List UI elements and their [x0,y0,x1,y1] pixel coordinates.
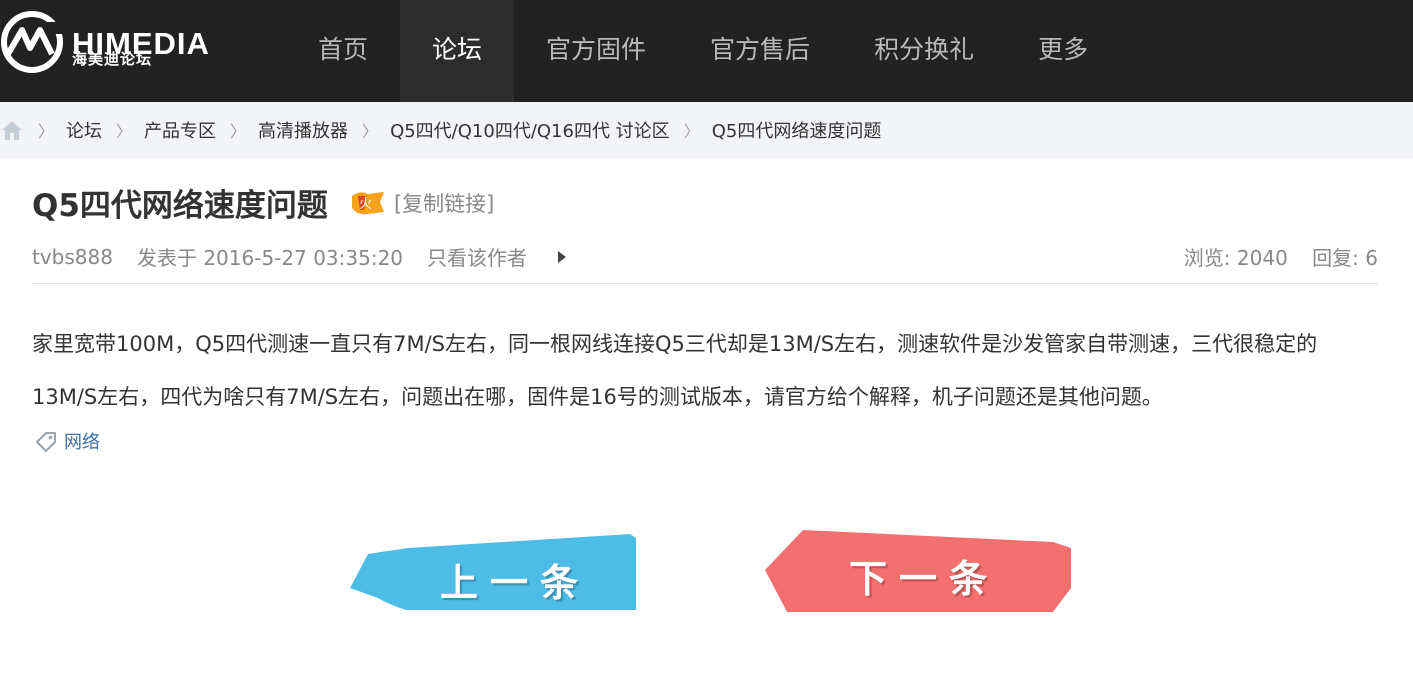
breadcrumb-item-players[interactable]: 高清播放器 [258,117,348,143]
tag-icon [36,432,56,452]
breadcrumb-separator: 〉 [362,122,379,141]
breadcrumb-separator: 〉 [38,122,55,141]
breadcrumb-item-current[interactable]: Q5四代网络速度问题 [712,117,882,143]
post-body: 家里宽带100M，Q5四代测速一直只有7M/S左右，同一根网线连接Q5三代却是1… [32,332,1318,409]
home-icon[interactable] [0,119,24,141]
nav-item-more[interactable]: 更多 [1006,0,1120,102]
breadcrumb-item-forum[interactable]: 论坛 [66,117,102,143]
breadcrumb-item-products[interactable]: 产品专区 [144,117,216,143]
breadcrumb-item-board[interactable]: Q5四代/Q10四代/Q16四代 讨论区 [390,117,670,143]
divider [32,283,1378,284]
post-meta: tvbs888 发表于 2016-5-27 03:35:20 只看该作者 浏览:… [32,242,1378,272]
logo-mark-icon [1,11,63,73]
nav-item-rewards[interactable]: 积分换礼 [842,0,1006,102]
breadcrumb-separator: 〉 [230,122,247,141]
post-author[interactable]: tvbs888 [32,245,113,269]
next-post-button[interactable]: 下一条 [763,526,1073,612]
nav-item-home[interactable]: 首页 [286,0,400,102]
post-meta-left: tvbs888 发表于 2016-5-27 03:35:20 只看该作者 [32,242,567,271]
tag-link[interactable]: 网络 [64,428,100,454]
post-date: 发表于 2016-5-27 03:35:20 [136,246,404,270]
nav-item-support[interactable]: 官方售后 [678,0,842,102]
svg-text:火: 火 [359,197,372,212]
prev-post-button[interactable]: 上一条 [348,532,638,612]
breadcrumb: 〉 论坛 〉 产品专区 〉 高清播放器 〉 Q5四代/Q10四代/Q16四代 讨… [0,102,1413,158]
replies-label: 回复: [1312,246,1359,270]
replies-count: 6 [1365,246,1378,270]
nav-item-forum[interactable]: 论坛 [400,0,515,102]
breadcrumb-separator: 〉 [116,122,133,141]
only-author-link[interactable]: 只看该作者 [427,242,527,271]
himedia-logo[interactable]: HIMEDIA 海美迪论坛 [0,8,240,78]
views-label: 浏览: [1183,246,1231,270]
next-button-label: 下一条 [849,557,1000,601]
views-count: 2040 [1236,246,1288,270]
main-nav: 首页 论坛 官方固件 官方售后 积分换礼 更多 [286,0,1120,102]
post-tags: 网络 [34,428,100,454]
breadcrumb-separator: 〉 [683,122,700,141]
play-arrow-icon[interactable] [557,250,567,264]
post-stats: 浏览: 2040 回复: 6 [1184,242,1378,271]
fire-icon: 火 [351,191,384,214]
post-title-row: Q5四代网络速度问题 火 [复制链接] [32,180,494,225]
post-title: Q5四代网络速度问题 [32,188,328,224]
prev-button-label: 上一条 [440,561,591,605]
nav-item-firmware[interactable]: 官方固件 [514,0,678,102]
top-nav-bar: HIMEDIA 海美迪论坛 首页 论坛 官方固件 官方售后 积分换礼 更多 [0,0,1413,102]
logo-subtitle: 海美迪论坛 [72,50,153,68]
copy-link-button[interactable]: [复制链接] [394,188,494,218]
